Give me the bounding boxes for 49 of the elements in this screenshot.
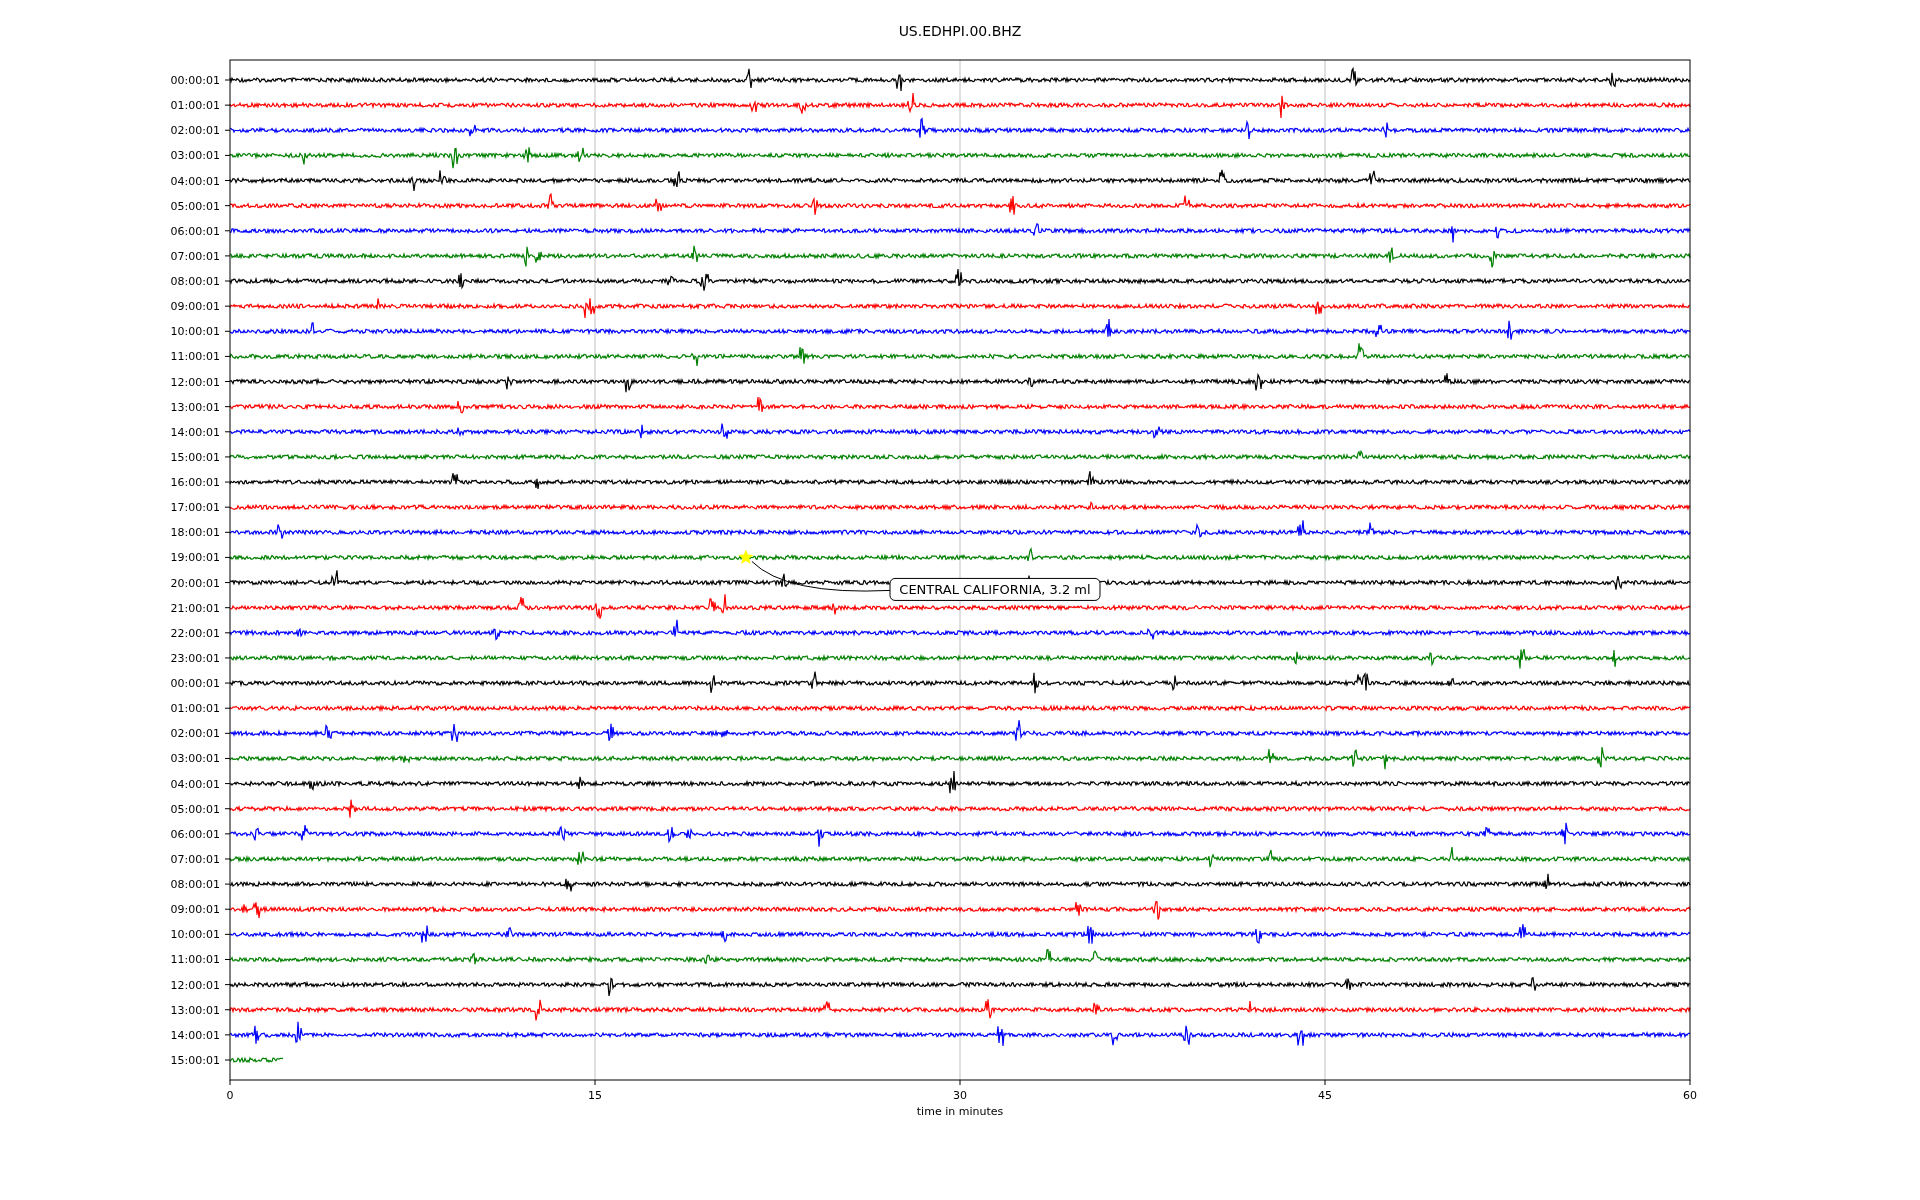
- axis-tick-label: 02:00:01: [170, 124, 220, 138]
- annotation-label: CENTRAL CALIFORNIA, 3.2 ml: [889, 577, 1101, 601]
- axis-tick-label: 02:00:01: [170, 727, 220, 741]
- axis-tick-label: 11:00:01: [170, 350, 220, 364]
- axis-tick-label: 04:00:01: [170, 777, 220, 791]
- axis-tick-label: 22:00:01: [170, 626, 220, 640]
- axis-tick-label: 30: [953, 1089, 967, 1102]
- axis-tick-label: 12:00:01: [170, 375, 220, 389]
- axis-tick-label: 06:00:01: [170, 224, 220, 238]
- axis-tick-label: 17:00:01: [170, 501, 220, 515]
- axis-tick-label: 09:00:01: [170, 903, 220, 917]
- axis-tick-label: 06:00:01: [170, 827, 220, 841]
- star-icon: [738, 549, 754, 564]
- axis-tick-label: 60: [1683, 1089, 1697, 1102]
- axis-tick-label: 14:00:01: [170, 1028, 220, 1042]
- axis-tick-label: 45: [1318, 1089, 1332, 1102]
- axis-tick-label: 08:00:01: [170, 275, 220, 289]
- axis-tick-label: 10:00:01: [170, 325, 220, 339]
- chart-title: US.EDHPI.00.BHZ: [898, 23, 1022, 39]
- axis-tick-label: 09:00:01: [170, 300, 220, 314]
- axis-tick-label: 19:00:01: [170, 551, 220, 565]
- axis-tick-label: 13:00:01: [170, 400, 220, 414]
- axis-tick-label: 16:00:01: [170, 476, 220, 490]
- axis-tick-label: 07:00:01: [170, 852, 220, 866]
- axis-tick-label: 01:00:01: [170, 99, 220, 113]
- axis-tick-label: 03:00:01: [170, 752, 220, 766]
- axis-tick-label: 20:00:01: [170, 576, 220, 590]
- axis-tick-label: 07:00:01: [170, 249, 220, 263]
- axis-tick-label: 21:00:01: [170, 601, 220, 615]
- axis-tick-label: 15:00:01: [170, 450, 220, 464]
- axis-tick-label: 03:00:01: [170, 149, 220, 163]
- axis-tick-label: 10:00:01: [170, 928, 220, 942]
- axis-tick-label: 23:00:01: [170, 651, 220, 665]
- axis-label: time in minutes: [916, 1105, 1004, 1118]
- axis-tick-label: 14:00:01: [170, 425, 220, 439]
- axis-tick-label: 08:00:01: [170, 878, 220, 892]
- axis-tick-label: 00:00:01: [170, 677, 220, 691]
- axis-tick-label: 18:00:01: [170, 526, 220, 540]
- axis-tick-label: 13:00:01: [170, 1003, 220, 1017]
- axis-tick-label: 00:00:01: [170, 74, 220, 87]
- axis-tick-label: 11:00:01: [170, 953, 220, 967]
- axis-tick-label: 15: [588, 1089, 602, 1102]
- axis-tick-label: 05:00:01: [170, 802, 220, 816]
- axis-tick-label: 05:00:01: [170, 199, 220, 213]
- axis-tick-label: 12:00:01: [170, 978, 220, 992]
- axis-tick-label: 15:00:01: [170, 1054, 220, 1067]
- axis-tick-label: 0: [226, 1089, 234, 1102]
- axis-tick-label: 01:00:01: [170, 702, 220, 716]
- axis-tick-label: 04:00:01: [170, 174, 220, 188]
